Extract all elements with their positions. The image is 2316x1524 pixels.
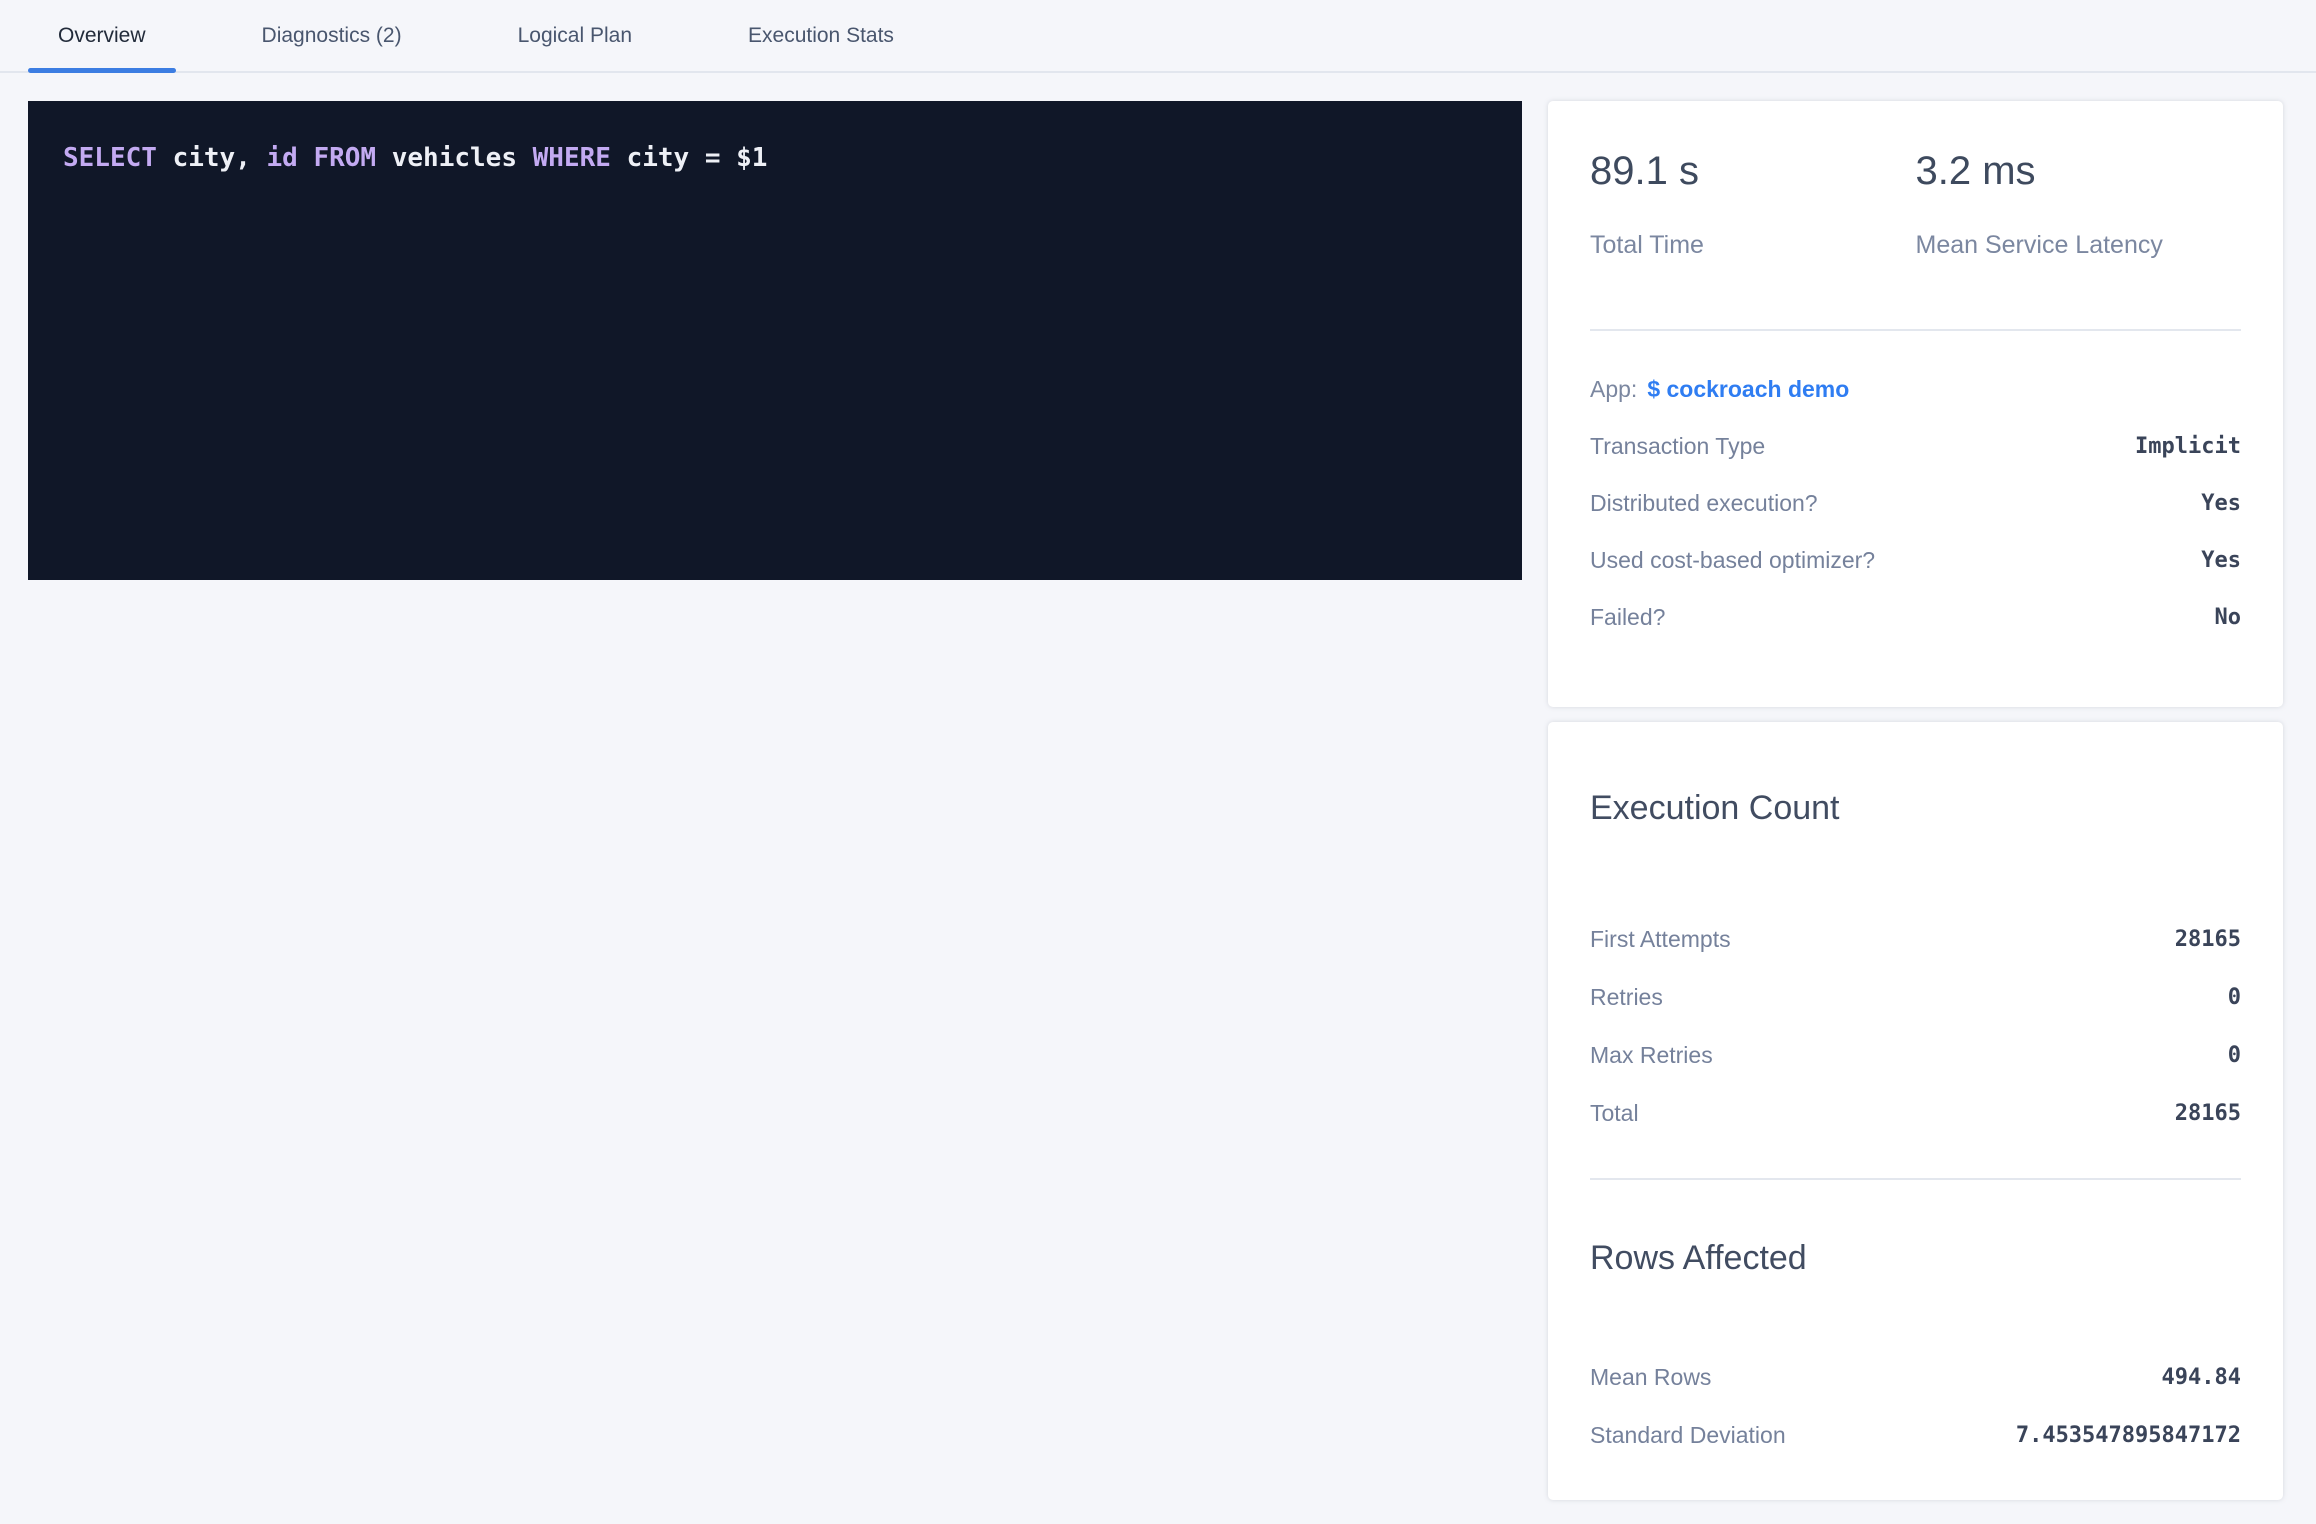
mean-rows-row: Mean Rows 494.84: [1590, 1348, 2241, 1406]
standard-deviation-row: Standard Deviation 7.453547895847172: [1590, 1406, 2241, 1464]
summary-rows: App: $ cockroach demo Transaction Type I…: [1590, 361, 2241, 646]
row-value: Yes: [2201, 491, 2241, 516]
tab-execution-stats[interactable]: Execution Stats: [718, 0, 924, 71]
execution-details-card: Execution Count First Attempts 28165 Ret…: [1548, 722, 2283, 1500]
tab-logical-plan[interactable]: Logical Plan: [488, 0, 662, 71]
max-retries-row: Max Retries 0: [1590, 1026, 2241, 1084]
app-link[interactable]: $ cockroach demo: [1647, 376, 1849, 403]
summary-card: 89.1 s Total Time 3.2 ms Mean Service La…: [1548, 101, 2283, 707]
first-attempts-row: First Attempts 28165: [1590, 910, 2241, 968]
total-time-label: Total Time: [1590, 229, 1916, 261]
row-value: No: [2215, 605, 2242, 630]
row-value: Implicit: [2135, 434, 2241, 459]
row-value: 0: [2228, 985, 2241, 1010]
transaction-type-row: Transaction Type Implicit: [1590, 418, 2241, 475]
distributed-execution-row: Distributed execution? Yes: [1590, 475, 2241, 532]
sql-statement-box: SELECT city, id FROM vehicles WHERE city…: [28, 101, 1522, 580]
retries-row: Retries 0: [1590, 968, 2241, 1026]
statement-details-column: 89.1 s Total Time 3.2 ms Mean Service La…: [1548, 101, 2283, 1500]
mean-service-latency-label: Mean Service Latency: [1916, 229, 2242, 261]
sql-text-token: [298, 143, 314, 173]
sql-statement: SELECT city, id FROM vehicles WHERE city…: [63, 143, 1487, 174]
rows-affected-rows: Mean Rows 494.84 Standard Deviation 7.45…: [1590, 1348, 2241, 1464]
sql-keyword-token: id: [267, 143, 298, 173]
rows-affected-title: Rows Affected: [1590, 1236, 2241, 1280]
summary-divider: [1590, 329, 2241, 331]
mean-service-latency-stat: 3.2 ms Mean Service Latency: [1916, 147, 2242, 261]
row-value: Yes: [2201, 548, 2241, 573]
row-label: Total: [1590, 1100, 1639, 1127]
total-row: Total 28165: [1590, 1084, 2241, 1142]
sql-keyword-token: SELECT: [63, 143, 157, 173]
statement-tabs: Overview Diagnostics (2) Logical Plan Ex…: [0, 0, 2316, 73]
row-value: 7.453547895847172: [2016, 1423, 2241, 1448]
details-divider: [1590, 1178, 2241, 1180]
total-time-stat: 89.1 s Total Time: [1590, 147, 1916, 261]
row-value: 28165: [2175, 1101, 2241, 1126]
row-label: Failed?: [1590, 604, 1665, 631]
tab-diagnostics[interactable]: Diagnostics (2): [232, 0, 432, 71]
row-label: Distributed execution?: [1590, 490, 1818, 517]
sql-keyword-token: FROM: [313, 143, 376, 173]
cost-based-optimizer-row: Used cost-based optimizer? Yes: [1590, 532, 2241, 589]
mean-service-latency-value: 3.2 ms: [1916, 147, 2242, 195]
row-label: Transaction Type: [1590, 433, 1765, 460]
row-label: Retries: [1590, 984, 1663, 1011]
execution-count-title: Execution Count: [1590, 722, 2241, 830]
app-label: App:: [1590, 376, 1637, 403]
execution-count-rows: First Attempts 28165 Retries 0 Max Retri…: [1590, 910, 2241, 1142]
app-row: App: $ cockroach demo: [1590, 361, 2241, 418]
row-label: Max Retries: [1590, 1042, 1713, 1069]
row-label: Mean Rows: [1590, 1364, 1711, 1391]
total-time-value: 89.1 s: [1590, 147, 1916, 195]
tab-overview[interactable]: Overview: [28, 0, 176, 71]
row-label: First Attempts: [1590, 926, 1731, 953]
row-value: 494.84: [2162, 1365, 2241, 1390]
row-label: Used cost-based optimizer?: [1590, 547, 1875, 574]
failed-row: Failed? No: [1590, 589, 2241, 646]
row-label: Standard Deviation: [1590, 1422, 1786, 1449]
row-value: 28165: [2175, 927, 2241, 952]
row-value: 0: [2228, 1043, 2241, 1068]
sql-text-token: city,: [157, 143, 267, 173]
headline-stats: 89.1 s Total Time 3.2 ms Mean Service La…: [1590, 101, 2241, 261]
sql-text-token: vehicles: [376, 143, 533, 173]
sql-keyword-token: WHERE: [533, 143, 611, 173]
sql-text-token: city = $1: [611, 143, 768, 173]
